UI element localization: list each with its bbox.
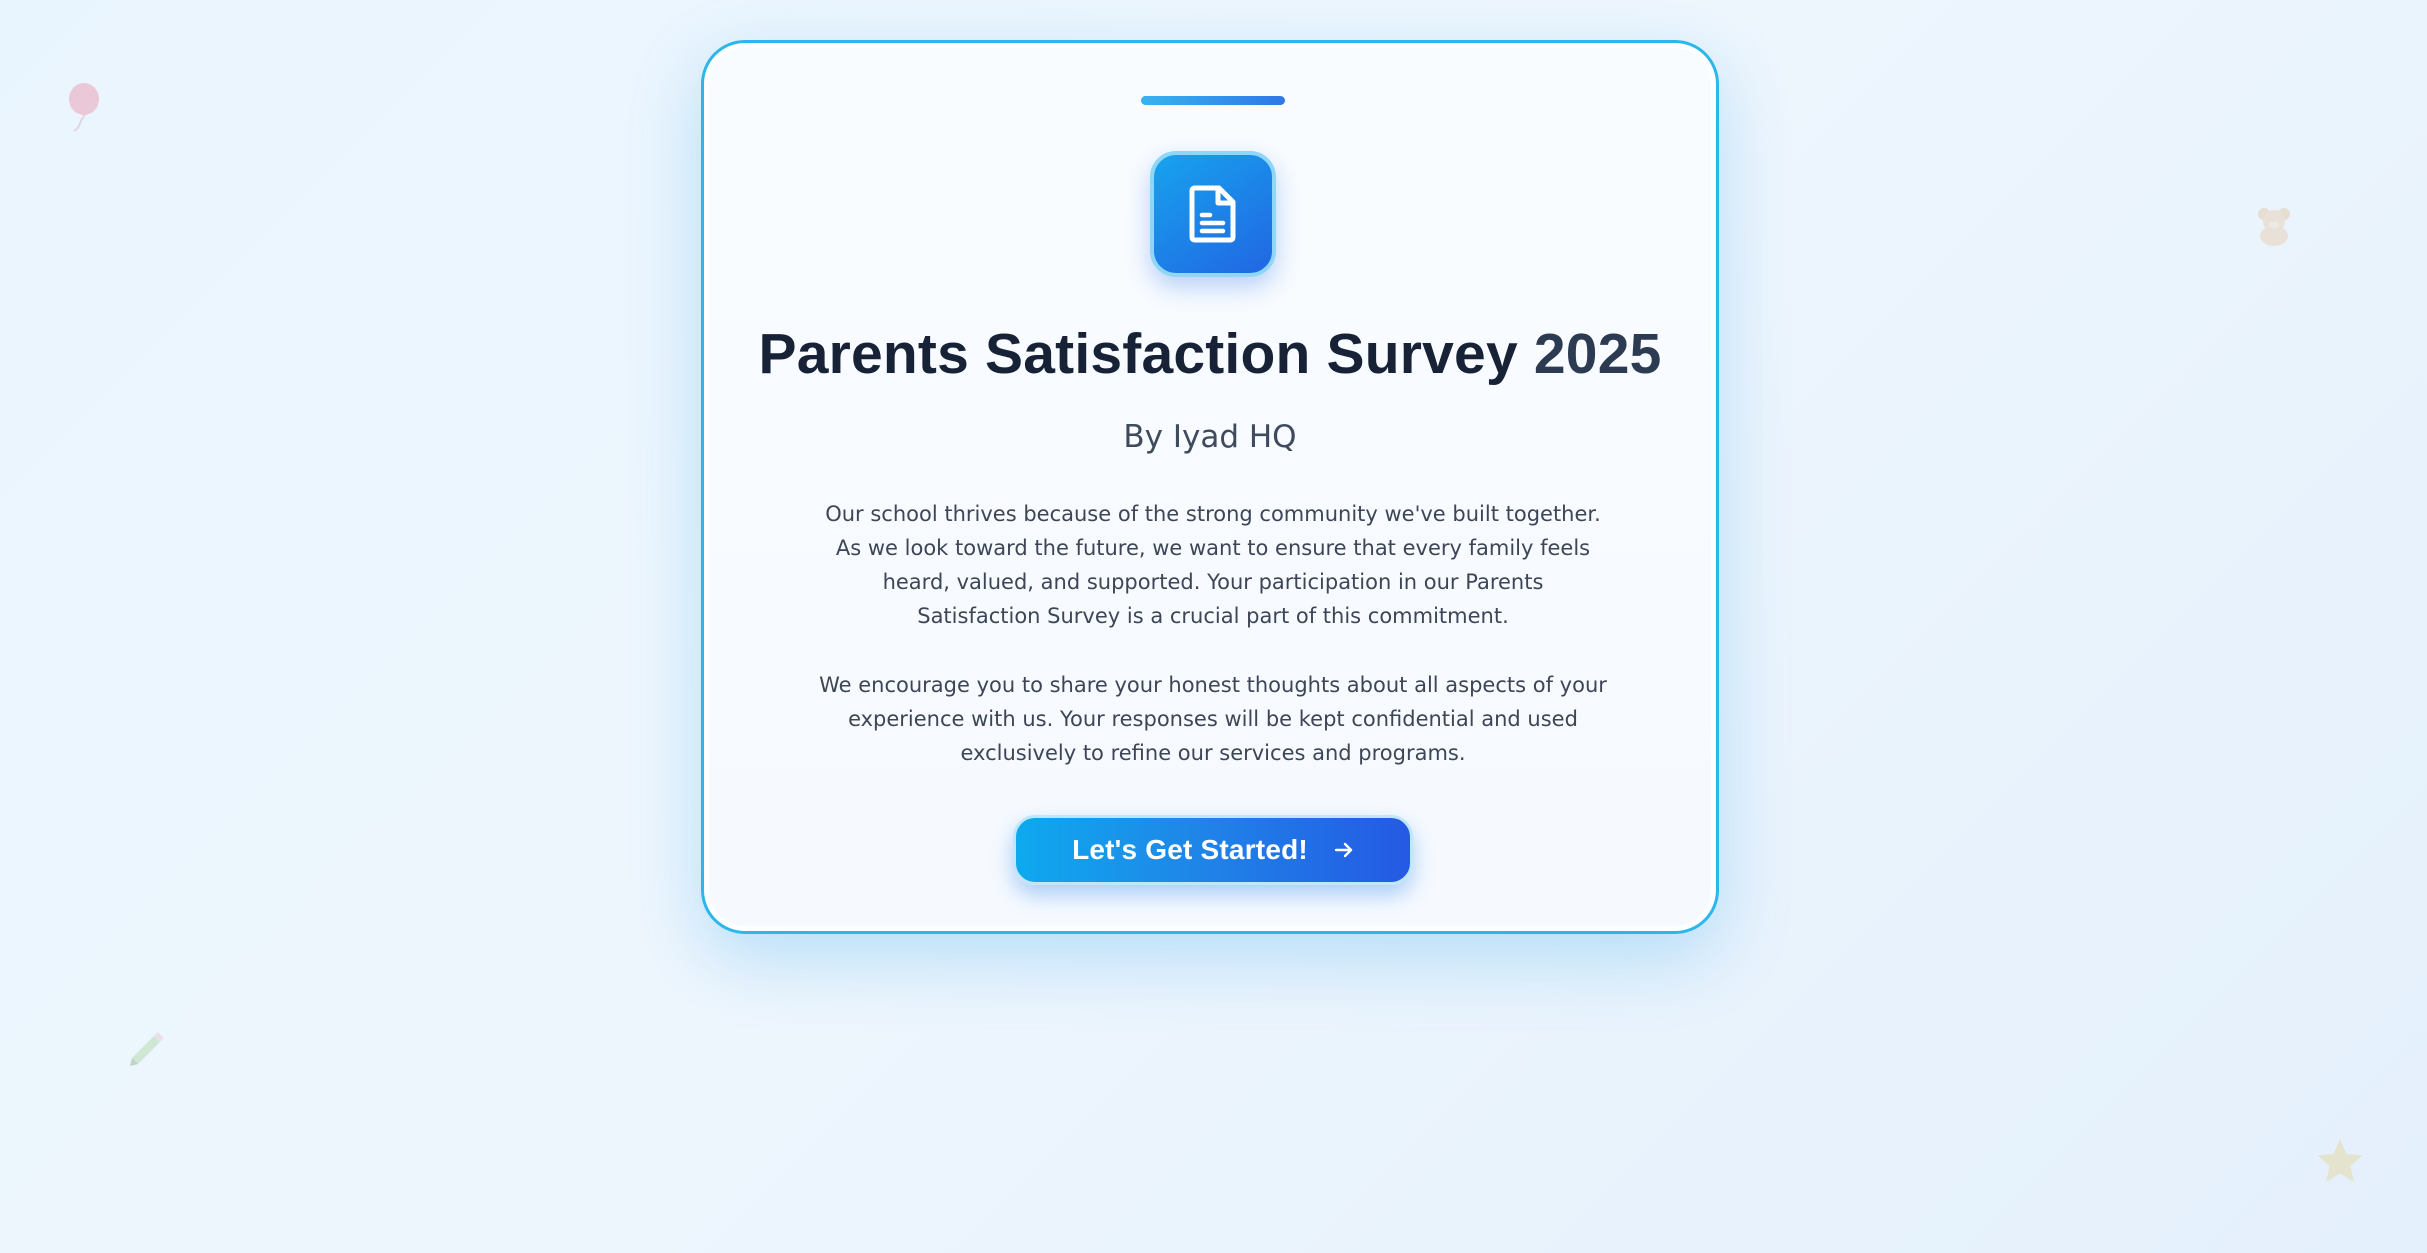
start-survey-button-label: Let's Get Started! — [1072, 834, 1308, 865]
pencil-icon — [126, 1026, 166, 1066]
teddy-bear-icon — [2254, 206, 2294, 246]
arrow-right-icon — [1334, 841, 1354, 859]
survey-year: 2025 — [1533, 322, 1662, 386]
confidentiality-paragraph: We encourage you to share your honest th… — [819, 673, 1607, 765]
card-accent-bar — [1141, 96, 1285, 105]
star-icon — [2314, 1136, 2366, 1186]
document-icon — [1150, 151, 1276, 277]
intro-paragraph: Our school thrives because of the strong… — [825, 502, 1601, 628]
balloon-icon — [60, 82, 102, 134]
start-survey-button[interactable]: Let's Get Started! — [1013, 815, 1413, 885]
survey-author: By Iyad HQ — [1123, 419, 1297, 455]
survey-title: Parents Satisfaction Survey — [758, 322, 1518, 386]
survey-welcome-card: Parents Satisfaction Survey 2025 By Iyad… — [701, 40, 1719, 934]
page-title: Parents Satisfaction Survey 2025 — [704, 319, 1716, 389]
